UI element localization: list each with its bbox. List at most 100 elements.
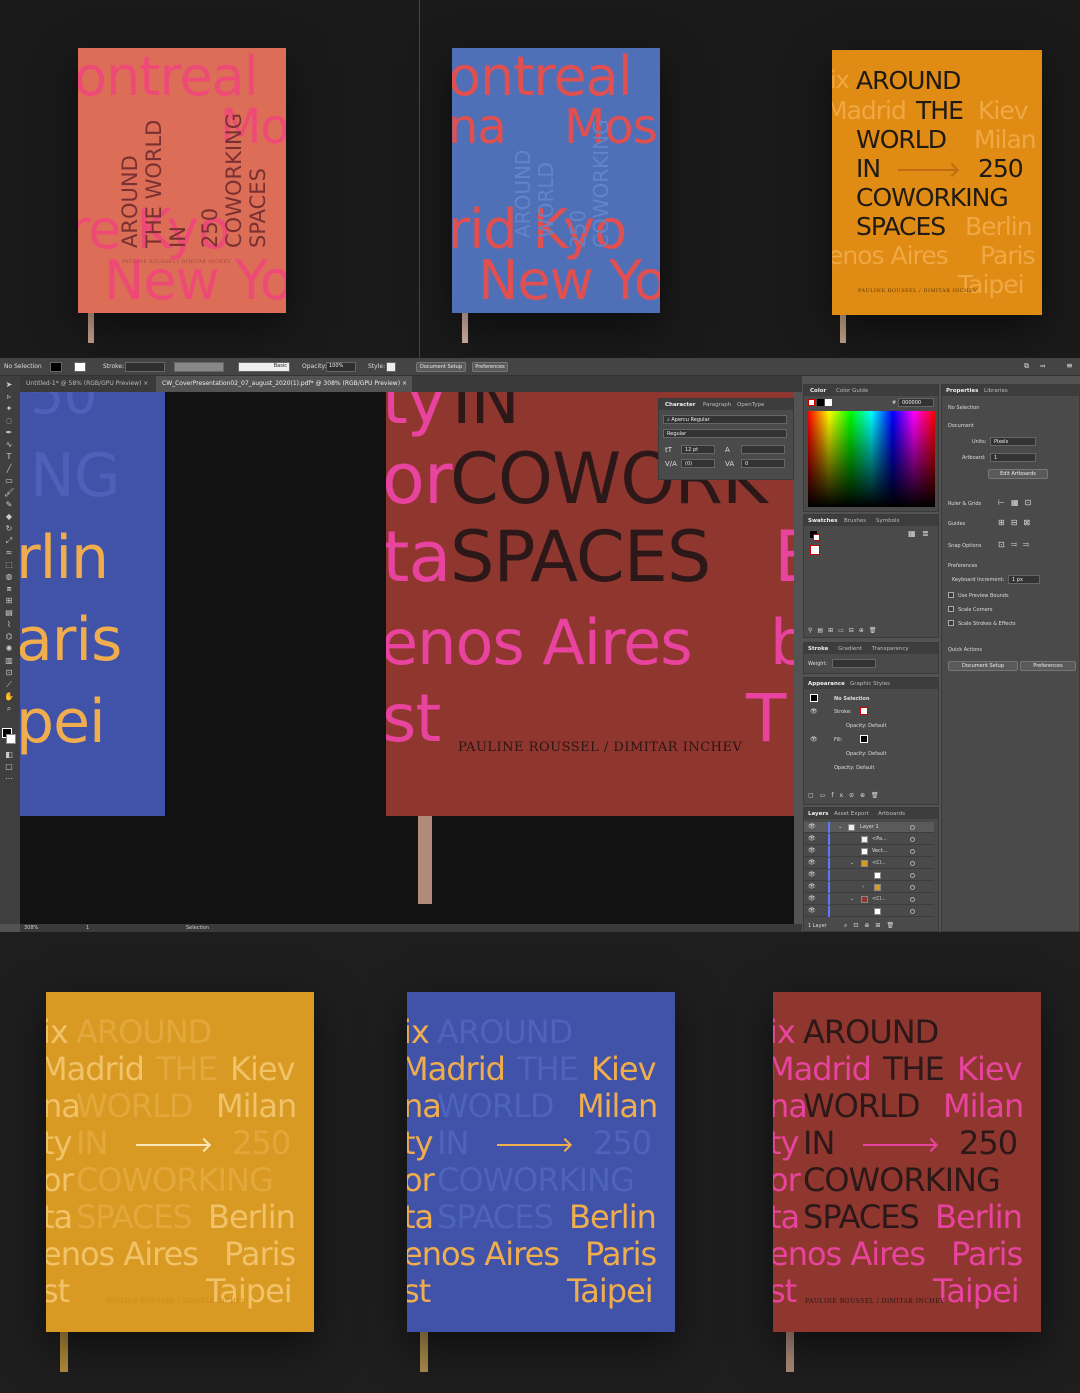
target-icon[interactable] <box>910 885 915 890</box>
layer-actions-icon[interactable]: ⌕⊡⊕⊞🗑 <box>844 922 900 930</box>
graph-icon[interactable]: ▥ <box>4 656 14 666</box>
stroke-swatch[interactable] <box>813 534 820 541</box>
font-family-field[interactable]: ⌕ Apercu Regular <box>663 415 787 424</box>
appearance-row[interactable]: Stroke: <box>834 709 852 715</box>
menu-icon[interactable]: ≡ <box>1066 361 1073 370</box>
preferences-button[interactable]: Preferences <box>472 362 508 372</box>
none-swatch-icon[interactable] <box>810 545 820 555</box>
kerning-field[interactable]: (0) <box>681 459 715 468</box>
fill-swatch[interactable] <box>50 362 62 372</box>
target-icon[interactable] <box>910 849 915 854</box>
lasso-icon[interactable]: ◌ <box>4 416 14 426</box>
chevron-down-icon[interactable]: ⌄ <box>838 824 842 830</box>
appearance-row[interactable]: Opacity: Default <box>846 723 886 729</box>
style-swatch[interactable] <box>386 362 396 372</box>
weight-field[interactable] <box>832 659 876 668</box>
zoom-level[interactable]: 308% <box>24 925 38 931</box>
tab-appearance[interactable]: Appearance <box>808 681 845 687</box>
eye-icon[interactable]: 👁 <box>810 708 818 715</box>
guides-icons[interactable]: ⊞⊟⊠ <box>998 518 1036 527</box>
units-select[interactable]: Pixels <box>990 437 1036 446</box>
hex-field[interactable]: 000000 <box>898 398 934 407</box>
appearance-row[interactable]: Opacity: Default <box>846 751 886 757</box>
chevron-right-icon[interactable]: › <box>862 884 864 890</box>
target-icon[interactable] <box>910 837 915 842</box>
eyedropper-icon[interactable]: ⌇ <box>4 620 14 630</box>
keyboard-increment-field[interactable]: 1 px <box>1008 575 1040 584</box>
preview-bounds-checkbox[interactable] <box>948 592 954 598</box>
document-setup-button[interactable]: Document Setup <box>416 362 466 372</box>
leading-field[interactable] <box>741 445 785 454</box>
tab-color[interactable]: Color <box>810 388 826 394</box>
stroke-weight-field[interactable] <box>125 362 165 372</box>
type-tool-icon[interactable]: T <box>4 452 14 462</box>
grid-view-icon[interactable]: ▦ <box>908 529 916 538</box>
font-style-field[interactable]: Regular <box>663 429 787 438</box>
layer-row[interactable]: 👁 ⌄ <Cl... <box>804 894 934 905</box>
tab-brushes[interactable]: Brushes <box>844 518 866 524</box>
eye-icon[interactable]: 👁 <box>810 736 818 743</box>
artboard-icon[interactable]: ⊡ <box>4 668 14 678</box>
target-icon[interactable] <box>910 861 915 866</box>
stroke-color-icon[interactable] <box>6 734 16 744</box>
snap-icons[interactable]: ⊡⫤⫤ <box>998 540 1035 550</box>
ruler-grid-icons[interactable]: ⊢▦⊡ <box>998 498 1037 507</box>
eye-icon[interactable]: 👁 <box>808 871 816 878</box>
swatch-actions-icon[interactable]: ⚲▤⊞▭⊟⊕🗑 <box>808 627 881 634</box>
curvature-icon[interactable]: ∿ <box>4 440 14 450</box>
tab-color-guide[interactable]: Color Guide <box>836 388 868 394</box>
target-icon[interactable] <box>910 909 915 914</box>
document-setup-button[interactable]: Document Setup <box>948 661 1018 671</box>
stroke-swatch[interactable] <box>860 707 868 715</box>
symbol-sprayer-icon[interactable]: ✺ <box>4 644 14 654</box>
chevron-down-icon[interactable]: ⌄ <box>850 896 854 902</box>
eye-icon[interactable]: 👁 <box>808 895 816 902</box>
tab-swatches[interactable]: Swatches <box>808 518 838 524</box>
layer-row[interactable]: 👁 ⌄ Layer 1 <box>804 822 934 833</box>
free-transform-icon[interactable]: ⬚ <box>4 560 14 570</box>
artboard-number[interactable]: 1 <box>86 925 89 931</box>
hand-icon[interactable]: ✋ <box>4 692 14 702</box>
draw-mode-icon[interactable]: ◧ <box>4 750 14 760</box>
none-swatch-icon[interactable] <box>808 399 815 406</box>
appearance-row[interactable]: Fill: <box>834 737 842 743</box>
eye-icon[interactable]: 👁 <box>808 823 816 830</box>
shape-builder-icon[interactable]: ◍ <box>4 572 14 582</box>
more-tools-icon[interactable]: ⋯ <box>4 774 14 784</box>
preferences-button[interactable]: Preferences <box>1020 661 1076 671</box>
brush-definition[interactable]: Basic <box>238 362 290 372</box>
tab-untitled[interactable]: Untitled-1* @ 58% (RGB/GPU Preview) × <box>20 376 156 392</box>
tab-gradient[interactable]: Gradient <box>838 646 862 652</box>
rectangle-tool-icon[interactable]: ▭ <box>4 476 14 486</box>
tab-stroke[interactable]: Stroke <box>808 646 828 652</box>
layer-row[interactable]: 👁 ⌄ <Cl... <box>804 858 934 869</box>
scale-strokes-checkbox[interactable] <box>948 620 954 626</box>
white-swatch[interactable] <box>825 399 832 406</box>
artboard-select[interactable]: 1 <box>990 453 1036 462</box>
opacity-field[interactable]: 100% <box>326 362 356 372</box>
slice-icon[interactable]: ⟋ <box>4 680 14 690</box>
list-view-icon[interactable]: ≣ <box>922 529 929 538</box>
variable-width-field[interactable] <box>174 362 224 372</box>
color-spectrum[interactable] <box>808 411 935 507</box>
tab-graphic-styles[interactable]: Graphic Styles <box>850 681 890 687</box>
direct-selection-tool-icon[interactable]: ▹ <box>4 392 14 402</box>
tab-properties[interactable]: Properties <box>946 388 978 394</box>
tab-artboards[interactable]: Artboards <box>878 811 905 817</box>
pen-tool-icon[interactable]: ✒ <box>4 428 14 438</box>
arrange-icon[interactable]: ⧉ <box>1024 362 1029 371</box>
layer-row[interactable]: 👁 <box>804 870 934 881</box>
rotate-icon[interactable]: ↻ <box>4 524 14 534</box>
fill-swatch[interactable] <box>860 735 868 743</box>
tab-asset-export[interactable]: Asset Export <box>834 811 869 817</box>
perspective-icon[interactable]: ⧈ <box>4 584 14 594</box>
appearance-actions-icon[interactable]: ▢▭fx⊘⊕🗑 <box>808 792 885 799</box>
eye-icon[interactable]: 👁 <box>808 907 816 914</box>
warp-icon[interactable]: ≈ <box>4 548 14 558</box>
eye-icon[interactable]: 👁 <box>808 847 816 854</box>
eraser-icon[interactable]: ◆ <box>4 512 14 522</box>
target-icon[interactable] <box>910 825 915 830</box>
black-swatch[interactable] <box>817 399 824 406</box>
scale-icon[interactable]: ⤢ <box>4 536 14 546</box>
tab-cover-presentation[interactable]: CW_CoverPresentation02_07_august_2020(1)… <box>156 376 412 392</box>
